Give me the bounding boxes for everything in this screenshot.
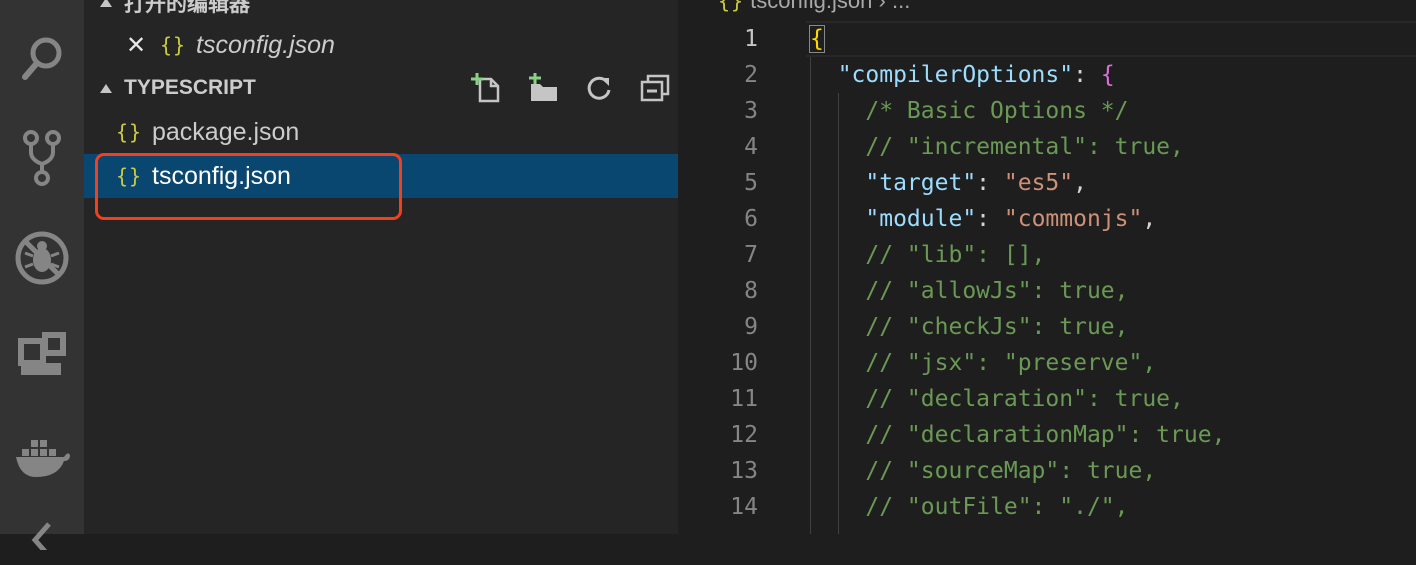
workspace-actions xyxy=(470,67,672,109)
line-number: 10 xyxy=(730,350,758,376)
code-text: "module": "commonjs", xyxy=(810,201,1156,237)
workspace-header[interactable]: TYPESCRIPT xyxy=(84,67,678,109)
code-text: // "declarationMap": true, xyxy=(810,417,1225,453)
code-token: /* Basic Options */ xyxy=(810,98,1129,124)
code-text: // "declaration": true, xyxy=(810,381,1184,417)
code-line[interactable]: 6 "module": "commonjs", xyxy=(678,201,1416,237)
code-token: "module" xyxy=(810,206,977,232)
line-number: 6 xyxy=(744,206,758,232)
code-text: // "allowJs": true, xyxy=(810,273,1129,309)
code-token: "es5" xyxy=(1003,170,1074,196)
code-line[interactable]: 13 // "sourceMap": true, xyxy=(678,453,1416,489)
search-icon[interactable] xyxy=(0,28,84,88)
breadcrumb-file[interactable]: tsconfig.json xyxy=(750,0,872,13)
file-item-package-json[interactable]: {} package.json xyxy=(84,110,678,154)
code-line[interactable]: 3 /* Basic Options */ xyxy=(678,93,1416,129)
collapse-caret-icon[interactable] xyxy=(100,0,112,7)
explorer-sidebar: 打开的编辑器 ✕ {} tsconfig.json TYPESCRIPT {} … xyxy=(84,0,678,534)
new-file-icon[interactable] xyxy=(470,71,504,105)
breadcrumb-more[interactable]: ... xyxy=(892,0,910,13)
open-editors-header[interactable]: 打开的编辑器 xyxy=(84,0,678,24)
code-token: "target" xyxy=(810,170,977,196)
open-editor-item[interactable]: ✕ {} tsconfig.json xyxy=(84,24,678,66)
line-number: 11 xyxy=(730,386,758,412)
code-token: : xyxy=(976,170,1004,196)
file-item-tsconfig-json[interactable]: {} tsconfig.json xyxy=(84,154,678,198)
code-line[interactable]: 11 // "declaration": true, xyxy=(678,381,1416,417)
line-number: 14 xyxy=(730,494,758,520)
code-text: // "outFile": "./", xyxy=(810,489,1129,525)
code-token: : xyxy=(976,206,1004,232)
json-braces-icon: {} xyxy=(116,120,143,144)
line-number: 1 xyxy=(744,26,758,52)
code-token: , xyxy=(1073,170,1087,196)
code-token: // "checkJs": true, xyxy=(810,314,1129,340)
code-text: // "lib": [], xyxy=(810,237,1045,273)
json-braces-icon: {} xyxy=(718,0,745,13)
breadcrumb[interactable]: {} tsconfig.json › ... xyxy=(718,0,910,18)
collapse-all-icon[interactable] xyxy=(638,71,672,105)
code-text: // "jsx": "preserve", xyxy=(810,345,1156,381)
code-line[interactable]: 12 // "declarationMap": true, xyxy=(678,417,1416,453)
code-line[interactable]: 7 // "lib": [], xyxy=(678,237,1416,273)
line-number: 5 xyxy=(744,170,758,196)
code-token: // "jsx": "preserve", xyxy=(810,350,1157,376)
code-token: { xyxy=(1100,62,1115,88)
source-control-icon[interactable] xyxy=(0,128,84,188)
code-text: { xyxy=(809,21,825,57)
code-token: // "allowJs": true, xyxy=(810,278,1129,304)
code-token: "commonjs" xyxy=(1003,206,1143,232)
file-name: tsconfig.json xyxy=(152,161,291,190)
code-line[interactable]: 10 // "jsx": "preserve", xyxy=(678,345,1416,381)
line-number: 9 xyxy=(744,314,758,340)
refresh-icon[interactable] xyxy=(582,71,616,105)
code-text: /* Basic Options */ xyxy=(810,93,1129,129)
docker-icon[interactable] xyxy=(0,428,84,488)
code-token: // "sourceMap": true, xyxy=(810,458,1157,484)
code-token: // "declarationMap": true, xyxy=(810,422,1226,448)
line-number: 13 xyxy=(730,458,758,484)
line-number: 4 xyxy=(744,134,758,160)
line-number: 2 xyxy=(744,62,758,88)
extensions-icon[interactable] xyxy=(0,326,84,386)
close-icon[interactable]: ✕ xyxy=(126,31,146,59)
code-text: // "incremental": true, xyxy=(810,129,1184,165)
json-braces-icon: {} xyxy=(160,33,187,57)
code-token: "compilerOptions" xyxy=(810,62,1074,88)
line-number: 3 xyxy=(744,98,758,124)
code-token: // "declaration": true, xyxy=(810,386,1184,412)
code-text: // "checkJs": true, xyxy=(810,309,1129,345)
debug-icon[interactable] xyxy=(0,228,84,288)
code-text: // "sourceMap": true, xyxy=(810,453,1156,489)
code-line[interactable]: 1{ xyxy=(678,21,1416,57)
code-text: "compilerOptions": { xyxy=(810,57,1115,93)
file-name: package.json xyxy=(152,117,300,146)
line-number: 8 xyxy=(744,278,758,304)
collapse-caret-icon[interactable] xyxy=(100,84,112,93)
chevron-left-icon[interactable] xyxy=(0,505,84,565)
code-token: : xyxy=(1073,62,1101,88)
code-token: { xyxy=(809,25,825,53)
code-text: "target": "es5", xyxy=(810,165,1087,201)
code-token: // "outFile": "./", xyxy=(810,494,1129,520)
code-line[interactable]: 14 // "outFile": "./", xyxy=(678,489,1416,525)
workspace-title: TYPESCRIPT xyxy=(124,76,256,99)
json-braces-icon: {} xyxy=(116,164,143,188)
line-number: 7 xyxy=(744,242,758,268)
code-line[interactable]: 4 // "incremental": true, xyxy=(678,129,1416,165)
code-line[interactable]: 5 "target": "es5", xyxy=(678,165,1416,201)
new-folder-icon[interactable] xyxy=(526,71,560,105)
code-line[interactable]: 2 "compilerOptions": { xyxy=(678,57,1416,93)
code-editor[interactable]: {} tsconfig.json › ... 1{2 "compilerOptio… xyxy=(678,0,1416,534)
code-token: // "incremental": true, xyxy=(810,134,1184,160)
breadcrumb-separator: › xyxy=(878,0,886,13)
code-line[interactable]: 9 // "checkJs": true, xyxy=(678,309,1416,345)
open-editor-filename: tsconfig.json xyxy=(196,30,335,59)
open-editors-title: 打开的编辑器 xyxy=(124,0,250,16)
code-token: , xyxy=(1142,206,1157,232)
code-token: // "lib": [], xyxy=(810,242,1046,268)
line-number: 12 xyxy=(730,422,758,448)
code-line[interactable]: 8 // "allowJs": true, xyxy=(678,273,1416,309)
activity-bar xyxy=(0,0,84,550)
